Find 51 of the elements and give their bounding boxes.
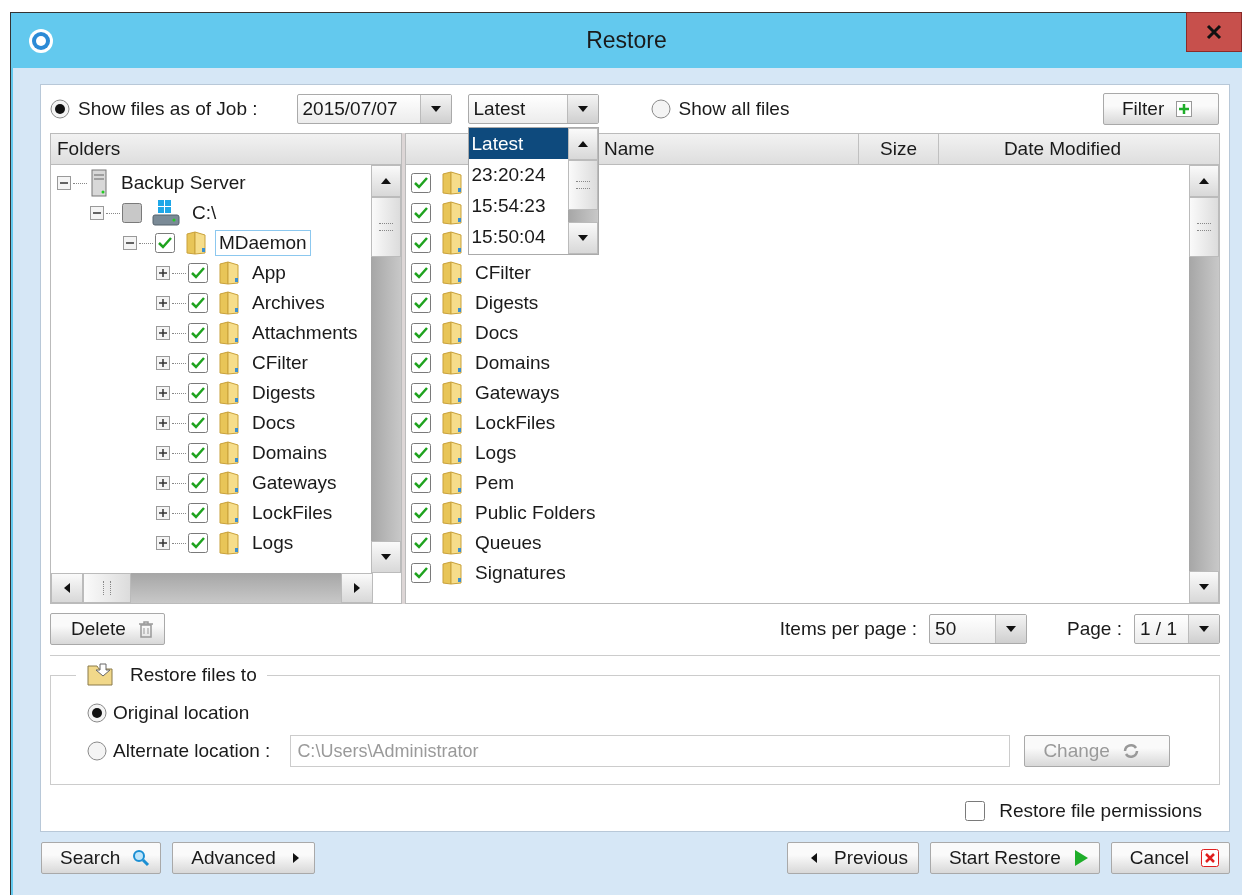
file-name: Public Folders (475, 502, 596, 524)
radio-label: Show files as of Job : (78, 98, 258, 120)
column-header: Date Modified (938, 134, 1186, 164)
tree-item[interactable]: Docs (248, 410, 300, 436)
file-name: Gateways (475, 382, 560, 404)
dropdown-option[interactable]: Latest (468, 128, 568, 159)
radio-label: Show all files (678, 98, 790, 120)
tree-item[interactable]: Logs (248, 530, 298, 556)
filter-button[interactable]: Filter (1103, 93, 1219, 125)
window-title: Restore (586, 27, 667, 53)
tree-item[interactable]: Attachments (248, 320, 362, 346)
tree-item[interactable]: CFilter (248, 350, 312, 376)
file-name: Digests (475, 292, 539, 314)
section-title: Restore files to (130, 664, 257, 686)
file-name: Queues (475, 532, 542, 554)
column-header: Name (603, 137, 656, 161)
delete-button[interactable]: Delete (50, 613, 165, 645)
tree-item[interactable]: MDaemon (215, 230, 311, 256)
tree-item[interactable]: Gateways (248, 470, 341, 496)
file-name: CFilter (475, 262, 531, 284)
page-dropdown[interactable]: 1 / 1 (1134, 614, 1220, 644)
dropdown-option[interactable]: 15:50:04 (468, 221, 568, 252)
advanced-button[interactable]: Advanced (172, 842, 315, 874)
tree-item[interactable]: Domains (248, 440, 331, 466)
file-name: Signatures (475, 562, 566, 584)
dropdown-option[interactable]: 23:20:24 (468, 159, 568, 190)
search-button[interactable]: Search (41, 842, 162, 874)
column-header: Size (858, 134, 938, 164)
previous-button[interactable]: Previous (787, 842, 919, 874)
tree-item[interactable]: App (248, 260, 290, 286)
radio-label: Original location (113, 702, 250, 724)
tree-item[interactable]: Backup Server (117, 170, 250, 196)
tree-item[interactable]: Archives (248, 290, 329, 316)
field-label: Page : (1067, 618, 1122, 640)
tree-item[interactable]: LockFiles (248, 500, 337, 526)
column-header: Folders (56, 137, 121, 161)
start-button[interactable]: Start Restore (929, 842, 1100, 874)
file-name: Logs (475, 442, 517, 464)
file-name: Pem (475, 472, 515, 494)
tree-item[interactable]: Digests (248, 380, 320, 406)
date-dropdown[interactable]: 2015/07/07 (296, 94, 452, 124)
file-name: Docs (475, 322, 519, 344)
tree-item[interactable]: C:\ (188, 200, 221, 226)
dropdown-option[interactable]: 15:54:23 (468, 190, 568, 221)
items-per-page-dropdown[interactable]: 50 (929, 614, 1028, 644)
file-name: Domains (475, 352, 550, 374)
cancel-button[interactable]: Cancel (1110, 842, 1230, 874)
radio-label: Alternate location : (113, 740, 271, 762)
checkbox-label: Restore file permissions (999, 800, 1202, 822)
field-label: Items per page : (779, 618, 918, 640)
file-name: LockFiles (475, 412, 556, 434)
